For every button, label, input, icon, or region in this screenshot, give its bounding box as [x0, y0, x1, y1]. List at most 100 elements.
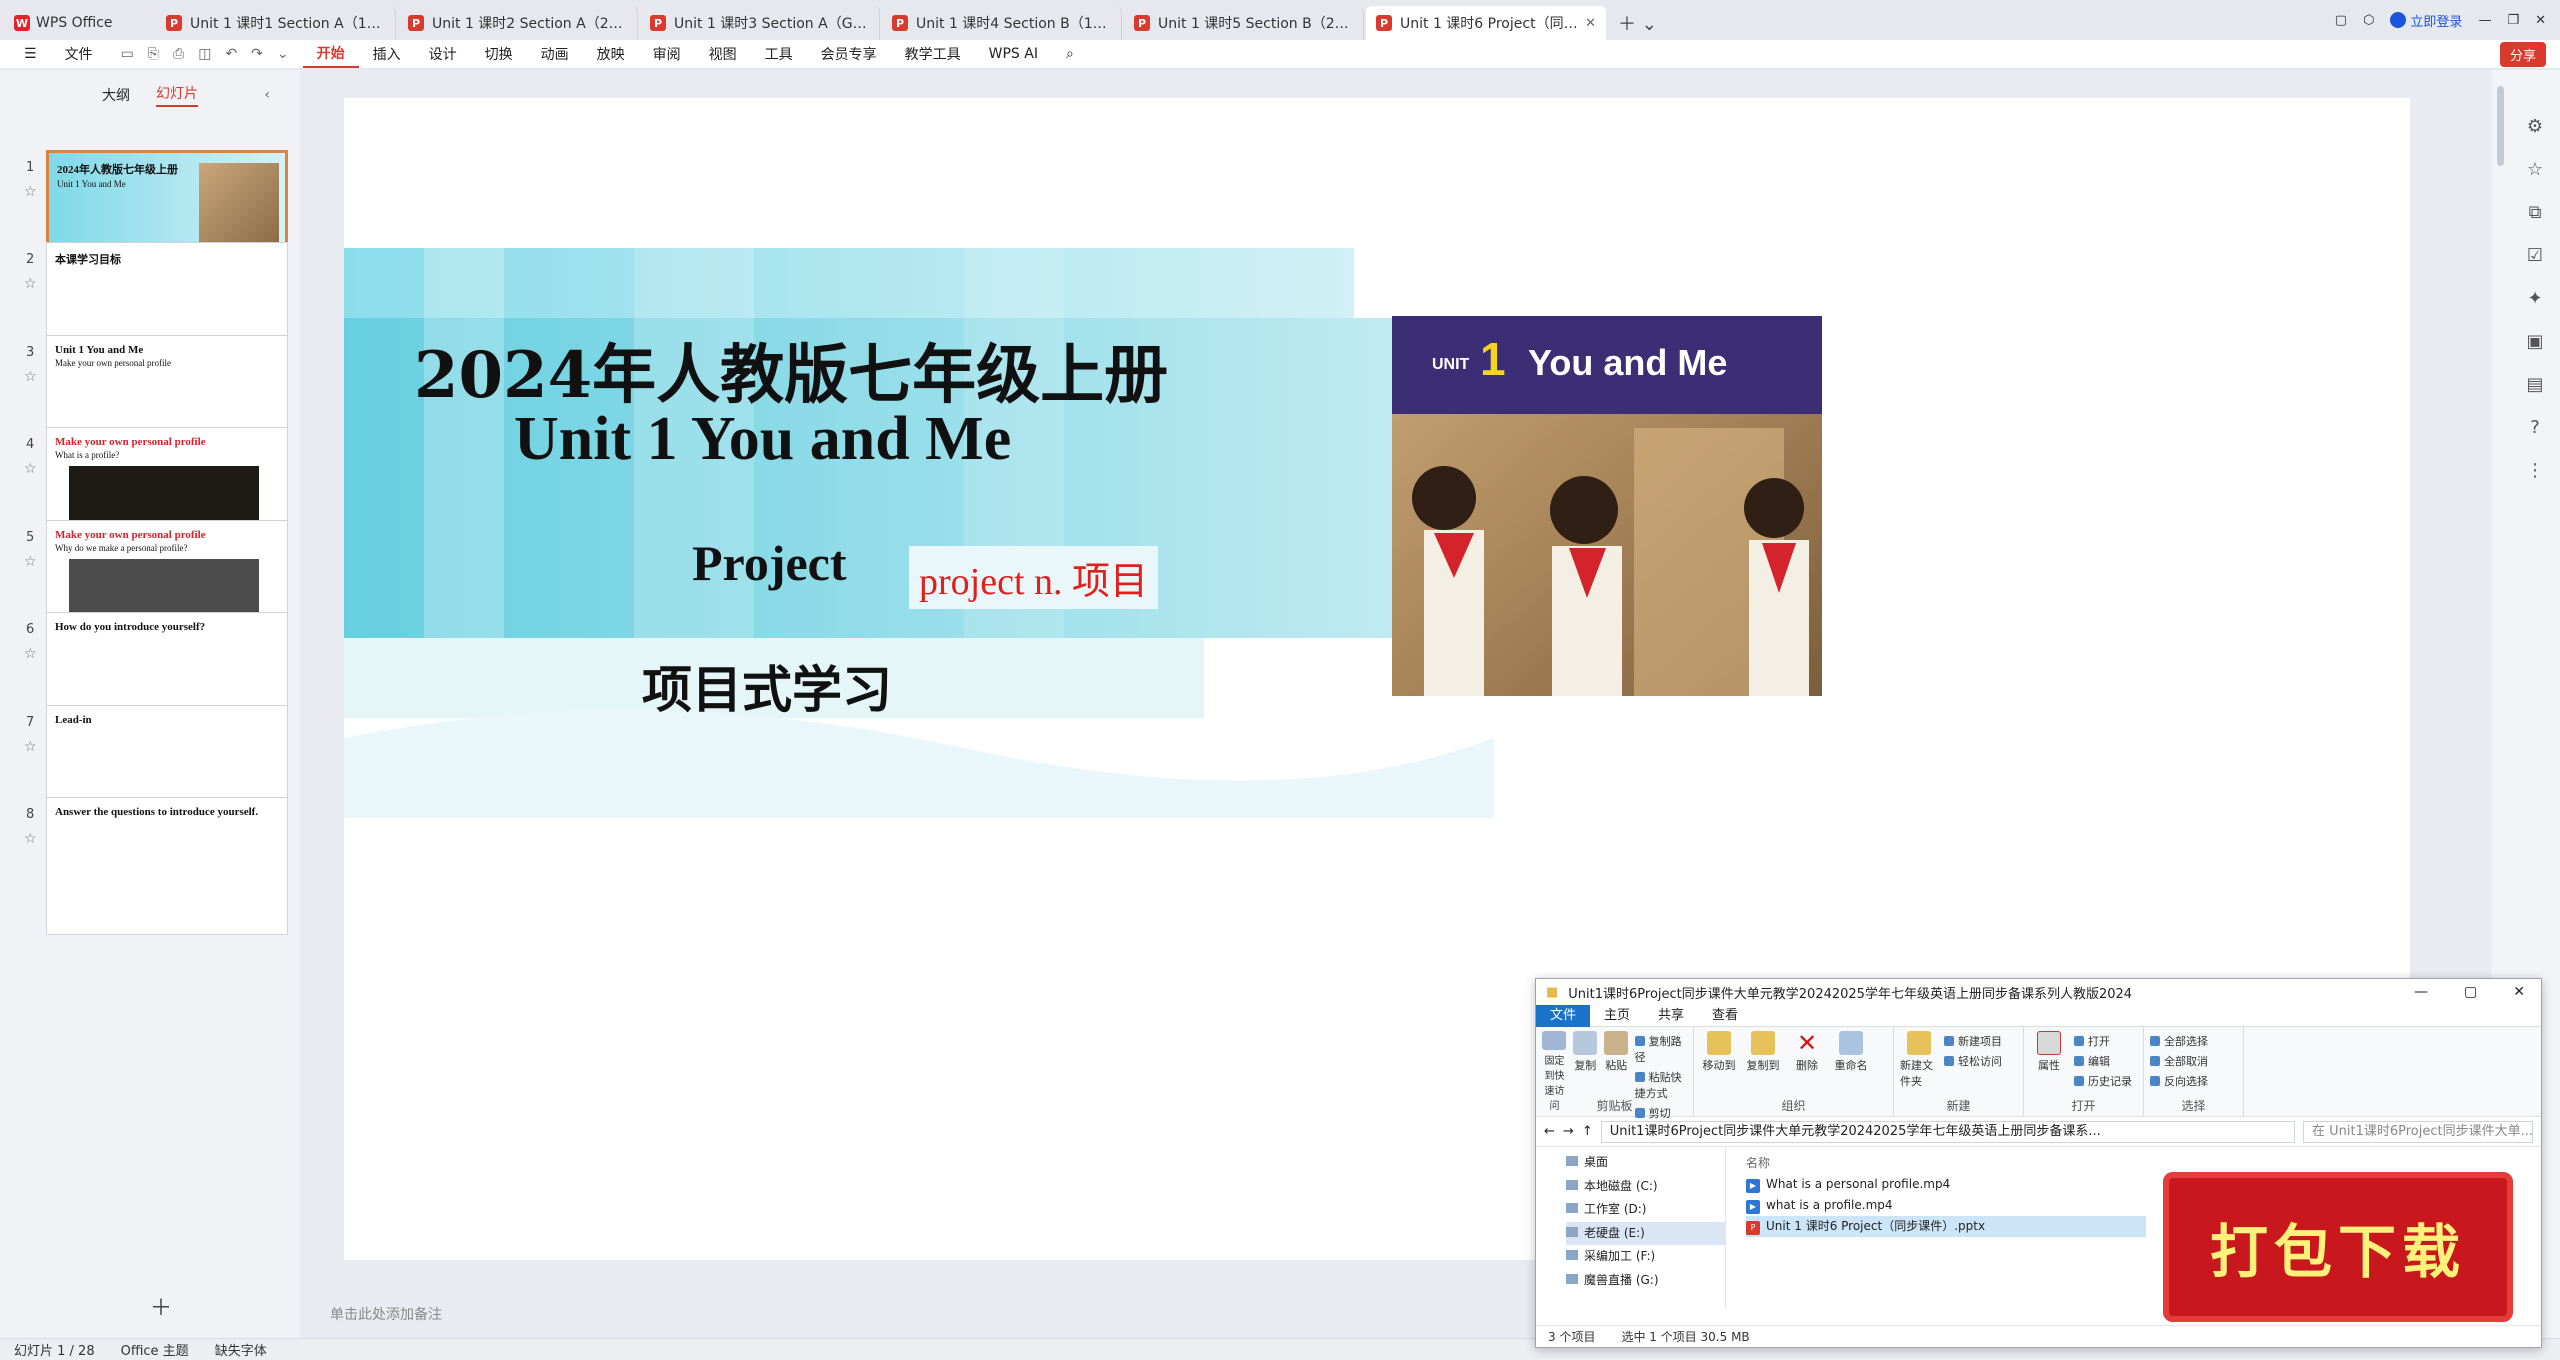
invert-selection-button[interactable]: 反向选择 — [2150, 1073, 2208, 1089]
menu-wps-ai[interactable]: WPS AI — [975, 46, 1052, 62]
column-header-name[interactable]: 名称 — [1746, 1153, 2541, 1174]
close-window-icon[interactable]: ✕ — [2535, 13, 2546, 28]
menu-review[interactable]: 审阅 — [639, 44, 695, 64]
select-all-button[interactable]: 全部选择 — [2150, 1033, 2208, 1049]
collapse-panel-icon[interactable]: ‹ — [264, 87, 270, 103]
tab-doc-2[interactable]: PUnit 1 课时2 Section A（2a-2e） — [398, 6, 638, 40]
menu-member[interactable]: 会员专享 — [807, 44, 891, 64]
forward-icon[interactable]: → — [1563, 1124, 1574, 1139]
menu-slideshow[interactable]: 放映 — [583, 44, 639, 64]
star-icon[interactable]: ☆ — [24, 831, 37, 847]
slide-title-cn[interactable]: 2024年人教版七年级上册 — [414, 324, 1168, 416]
select-none-button[interactable]: 全部取消 — [2150, 1053, 2208, 1069]
search-input[interactable]: 在 Unit1课时6Project同步课件大单... — [2303, 1120, 2533, 1143]
minimize-icon[interactable]: — — [2478, 13, 2491, 28]
menu-design[interactable]: 设计 — [415, 44, 471, 64]
new-item-button[interactable]: 新建项目 — [1944, 1033, 2002, 1049]
nav-item-drive-e[interactable]: 老硬盘 (E:) — [1566, 1221, 1725, 1245]
menu-transition[interactable]: 切换 — [471, 44, 527, 64]
check-icon[interactable]: ☑ — [2527, 245, 2543, 266]
minimize-icon[interactable]: — — [2414, 984, 2428, 1000]
slide-thumbnail-number: 7 — [26, 715, 35, 730]
tab-doc-6-active[interactable]: P Unit 1 课时6 Project（同步课 ✕ — [1366, 6, 1606, 40]
nav-item-drive-g[interactable]: 魔兽直播 (G:) — [1566, 1269, 1725, 1293]
tab-doc-3[interactable]: PUnit 1 课时3 Section A（Grammar — [640, 6, 880, 40]
file-item-selected[interactable]: Unit 1 课时6 Project（同步课件）.pptx — [1746, 1216, 2146, 1237]
star-icon[interactable]: ☆ — [2527, 159, 2543, 180]
menu-insert[interactable]: 插入 — [359, 44, 415, 64]
undo-icon[interactable]: ↶ — [225, 46, 237, 62]
chevron-down-icon[interactable]: ⌄ — [277, 46, 289, 62]
layers-icon[interactable]: ▤ — [2526, 374, 2543, 395]
nav-item-drive-c[interactable]: 本地磁盘 (C:) — [1566, 1175, 1725, 1199]
explorer-tab-view[interactable]: 查看 — [1698, 1005, 1752, 1027]
tab-slides[interactable]: 幻灯片 — [156, 83, 198, 107]
star-icon[interactable]: ☆ — [24, 369, 37, 385]
share-button[interactable]: 分享 — [2499, 42, 2546, 67]
up-icon[interactable]: ↑ — [1582, 1124, 1593, 1139]
cube-icon[interactable]: ⬡ — [2363, 13, 2374, 28]
search-icon[interactable]: ⌕ — [1052, 46, 1088, 62]
add-slide-button[interactable]: ＋ — [150, 1290, 172, 1322]
hamburger-icon[interactable]: ☰ — [10, 46, 51, 62]
theme-name[interactable]: Office 主题 — [121, 1340, 189, 1359]
open-button[interactable]: 打开 — [2074, 1033, 2132, 1049]
star-icon[interactable]: ☆ — [24, 554, 37, 570]
save-icon[interactable]: ▭ — [121, 46, 134, 62]
magic-icon[interactable]: ✦ — [2527, 288, 2542, 309]
tab-wps-home[interactable]: W WPS Office — [4, 6, 154, 40]
export-icon[interactable]: ⎘ — [148, 46, 159, 62]
history-button[interactable]: 历史记录 — [2074, 1073, 2132, 1089]
menu-animation[interactable]: 动画 — [527, 44, 583, 64]
copy-path-button[interactable]: 复制路径 — [1635, 1033, 1687, 1065]
copy-icon[interactable]: ⧉ — [2529, 202, 2542, 223]
slide-title-en[interactable]: Unit 1 You and Me — [514, 404, 1011, 475]
nav-item-drive-f[interactable]: 采编加工 (F:) — [1566, 1245, 1725, 1269]
scrollbar-thumb[interactable] — [2497, 86, 2504, 166]
layout-icon[interactable]: ▢ — [2335, 13, 2347, 28]
explorer-tab-share[interactable]: 共享 — [1644, 1005, 1698, 1027]
edit-button[interactable]: 编辑 — [2074, 1053, 2132, 1069]
print-icon[interactable]: ⎙ — [173, 46, 184, 62]
close-tab-icon[interactable]: ✕ — [1579, 16, 1596, 31]
download-stamp-badge[interactable]: 打包下载 — [2163, 1172, 2513, 1322]
tab-doc-5[interactable]: PUnit 1 课时5 Section B（2a-2b） — [1124, 6, 1364, 40]
notes-placeholder[interactable]: 单击此处添加备注 — [330, 1304, 442, 1324]
star-icon[interactable]: ☆ — [24, 646, 37, 662]
slide-thumbnail[interactable]: Answer the questions to introduce yourse… — [46, 797, 288, 935]
book-icon[interactable]: ▣ — [2526, 331, 2543, 352]
settings-icon[interactable]: ⚙ — [2527, 116, 2543, 137]
slide-vocab-note[interactable]: project n. 项目 — [909, 546, 1159, 609]
restore-icon[interactable]: ❐ — [2507, 13, 2519, 28]
new-tab-icon[interactable]: ＋ ⌄ — [1608, 6, 1667, 40]
explorer-tab-file[interactable]: 文件 — [1536, 1004, 1591, 1027]
address-bar[interactable]: Unit1课时6Project同步课件大单元教学20242025学年七年级英语上… — [1600, 1120, 2295, 1143]
preview-icon[interactable]: ◫ — [198, 46, 211, 62]
menu-teaching-tools[interactable]: 教学工具 — [891, 44, 975, 64]
star-icon[interactable]: ☆ — [24, 461, 37, 477]
menu-file[interactable]: 文件 — [51, 44, 107, 64]
login-button[interactable]: 立即登录 — [2390, 11, 2462, 30]
slide-subtitle-cn[interactable]: 项目式学习 — [642, 650, 892, 722]
tab-doc-1[interactable]: PUnit 1 课时1 Section A（1a-Pronun — [156, 6, 396, 40]
easy-access-button[interactable]: 轻松访问 — [1944, 1053, 2002, 1069]
nav-item-desktop[interactable]: 桌面 — [1566, 1151, 1725, 1175]
tab-doc-4[interactable]: PUnit 1 课时4 Section B（1a-1d） — [882, 6, 1122, 40]
close-icon[interactable]: ✕ — [2513, 984, 2525, 1000]
back-icon[interactable]: ← — [1544, 1124, 1555, 1139]
missing-font-warning[interactable]: 缺失字体 — [215, 1340, 267, 1359]
star-icon[interactable]: ☆ — [24, 184, 37, 200]
star-icon[interactable]: ☆ — [24, 276, 37, 292]
menu-view[interactable]: 视图 — [695, 44, 751, 64]
menu-home[interactable]: 开始 — [302, 40, 359, 68]
tab-outline[interactable]: 大纲 — [102, 85, 130, 105]
nav-item-drive-d[interactable]: 工作室 (D:) — [1566, 1198, 1725, 1222]
menu-tools[interactable]: 工具 — [751, 44, 807, 64]
slide-project-label[interactable]: Project — [692, 534, 847, 592]
explorer-tab-home[interactable]: 主页 — [1590, 1005, 1644, 1027]
more-icon[interactable]: ⋮ — [2526, 460, 2544, 481]
maximize-icon[interactable]: ▢ — [2464, 984, 2477, 1000]
help-icon[interactable]: ? — [2530, 417, 2540, 438]
star-icon[interactable]: ☆ — [24, 739, 37, 755]
redo-icon[interactable]: ↷ — [251, 46, 263, 62]
